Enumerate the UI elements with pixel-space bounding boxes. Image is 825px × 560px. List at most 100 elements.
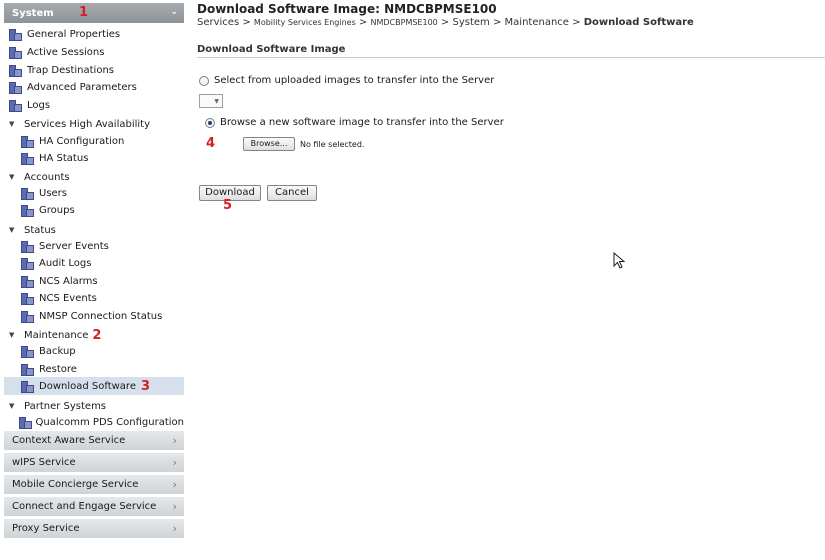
mouse-pointer-icon: [613, 252, 626, 269]
annotation-1: 1: [79, 5, 89, 20]
sidebar-item-label: Qualcomm PDS Configuration: [35, 416, 184, 428]
page-icon: [9, 81, 22, 94]
breadcrumb-separator: >: [437, 17, 453, 28]
expand-triangle-icon[interactable]: ▼: [9, 331, 17, 339]
page-icon: [21, 152, 34, 165]
service-wips[interactable]: wIPS Service ›: [4, 452, 184, 472]
sidebar-group-label: Services High Availability: [24, 118, 151, 130]
sidebar-group-services-ha[interactable]: ▼ Services High Availability: [4, 116, 184, 132]
sidebar-item-label: Backup: [39, 345, 76, 357]
sidebar-group-maintenance[interactable]: ▼ Maintenance 2: [4, 327, 184, 343]
annotation-2: 2: [92, 327, 102, 343]
no-file-label: No file selected.: [300, 139, 365, 149]
breadcrumb-host[interactable]: NMDCBPMSE100: [371, 18, 438, 27]
sidebar-item-label: Trap Destinations: [27, 64, 114, 76]
cancel-button[interactable]: Cancel: [267, 185, 317, 201]
sidebar-item-label: Active Sessions: [27, 46, 105, 58]
sidebar-item-users[interactable]: Users: [4, 185, 184, 201]
expand-triangle-icon[interactable]: ▼: [9, 402, 17, 410]
sidebar-item-server-events[interactable]: Server Events: [4, 238, 184, 254]
option-browse-row[interactable]: Browse a new software image to transfer …: [205, 117, 504, 128]
sidebar-item-label: General Properties: [27, 28, 121, 40]
sidebar-item-ncs-alarms[interactable]: NCS Alarms: [4, 273, 184, 289]
service-mobile-concierge[interactable]: Mobile Concierge Service ›: [4, 474, 184, 494]
system-section-header[interactable]: System 1 ⌄: [4, 3, 184, 23]
sidebar-group-label: Accounts: [24, 171, 70, 183]
option-uploaded-row[interactable]: Select from uploaded images to transfer …: [199, 75, 494, 86]
sidebar-group-partner-systems[interactable]: ▼ Partner Systems: [4, 398, 184, 414]
service-label: Context Aware Service: [12, 435, 126, 446]
chevron-right-icon: ›: [172, 522, 177, 535]
system-label: System: [12, 7, 54, 19]
breadcrumb-separator: >: [355, 17, 371, 28]
breadcrumb: Services > Mobility Services Engines > N…: [197, 17, 694, 28]
page-icon: [21, 257, 34, 270]
breadcrumb-maintenance[interactable]: Maintenance: [505, 17, 569, 28]
breadcrumb-separator: >: [239, 17, 254, 28]
breadcrumb-mobility[interactable]: Mobility Services Engines: [254, 18, 356, 27]
breadcrumb-current: Download Software: [583, 17, 694, 28]
page-icon: [21, 292, 34, 305]
sidebar-group-status[interactable]: ▼ Status: [4, 222, 184, 238]
sidebar-group-label: Status: [24, 224, 56, 236]
uploaded-images-select[interactable]: ▼: [199, 94, 223, 108]
option-browse-label: Browse a new software image to transfer …: [220, 117, 504, 128]
sidebar-item-label: NCS Events: [39, 292, 97, 304]
page-icon: [21, 363, 34, 376]
option-uploaded-label: Select from uploaded images to transfer …: [214, 75, 495, 86]
sidebar-item-label: NCS Alarms: [39, 275, 98, 287]
service-label: Mobile Concierge Service: [12, 479, 139, 490]
breadcrumb-services[interactable]: Services: [197, 17, 239, 28]
sidebar-item-ha-configuration[interactable]: HA Configuration: [4, 133, 184, 149]
page-icon: [21, 345, 34, 358]
sidebar-item-label: HA Status: [39, 152, 89, 164]
service-proxy[interactable]: Proxy Service ›: [4, 518, 184, 538]
browse-button[interactable]: Browse...: [243, 137, 295, 151]
sidebar-item-groups[interactable]: Groups: [4, 202, 184, 218]
radio-uploaded-images[interactable]: [199, 75, 209, 86]
sidebar-item-download-software[interactable]: Download Software 3: [4, 377, 184, 395]
sidebar-item-label: HA Configuration: [39, 135, 125, 147]
page-title: Download Software Image: NMDCBPMSE100: [197, 2, 497, 16]
radio-browse-new[interactable]: [205, 117, 215, 128]
page-icon: [21, 275, 34, 288]
sidebar-item-ncs-events[interactable]: NCS Events: [4, 290, 184, 306]
sidebar-item-audit-logs[interactable]: Audit Logs: [4, 255, 184, 271]
sidebar-item-ha-status[interactable]: HA Status: [4, 150, 184, 166]
sidebar-item-label: Audit Logs: [39, 257, 92, 269]
breadcrumb-separator: >: [568, 17, 584, 28]
breadcrumb-system[interactable]: System: [453, 17, 490, 28]
page-icon: [21, 135, 34, 148]
sidebar-item-label: Restore: [39, 363, 77, 375]
chevron-right-icon: ›: [172, 500, 177, 513]
sidebar-item-logs[interactable]: Logs: [4, 97, 184, 113]
service-context-aware[interactable]: Context Aware Service ›: [4, 430, 184, 450]
chevron-down-icon: ▼: [214, 98, 219, 105]
page-icon: [21, 204, 34, 217]
service-connect-engage[interactable]: Connect and Engage Service ›: [4, 496, 184, 516]
sidebar-item-active-sessions[interactable]: Active Sessions: [4, 44, 184, 60]
page-icon: [9, 99, 22, 112]
annotation-5: 5: [223, 198, 233, 213]
sidebar-item-label: Server Events: [39, 240, 109, 252]
annotation-3: 3: [140, 378, 151, 394]
chevron-right-icon: ›: [172, 478, 177, 491]
sidebar-item-trap-destinations[interactable]: Trap Destinations: [4, 62, 184, 78]
expand-triangle-icon[interactable]: ▼: [9, 120, 17, 128]
expand-triangle-icon[interactable]: ▼: [9, 173, 17, 181]
sidebar-item-advanced-parameters[interactable]: Advanced Parameters: [4, 79, 184, 95]
section-title: Download Software Image: [197, 44, 825, 58]
sidebar-item-backup[interactable]: Backup: [4, 343, 184, 359]
sidebar-item-general-properties[interactable]: General Properties: [4, 26, 184, 42]
sidebar-item-label: Logs: [27, 99, 51, 111]
file-input[interactable]: Browse... No file selected.: [243, 137, 364, 151]
sidebar-group-accounts[interactable]: ▼ Accounts: [4, 169, 184, 185]
service-label: Proxy Service: [12, 523, 80, 534]
page-icon: [9, 28, 22, 41]
chevron-right-icon: ›: [172, 456, 177, 469]
chevron-down-icon[interactable]: ⌄: [170, 7, 178, 17]
sidebar-item-nmsp-connection-status[interactable]: NMSP Connection Status: [4, 308, 184, 324]
sidebar-item-restore[interactable]: Restore: [4, 361, 184, 377]
expand-triangle-icon[interactable]: ▼: [9, 226, 17, 234]
sidebar-item-qualcomm-pds[interactable]: Qualcomm PDS Configuration: [4, 414, 184, 430]
